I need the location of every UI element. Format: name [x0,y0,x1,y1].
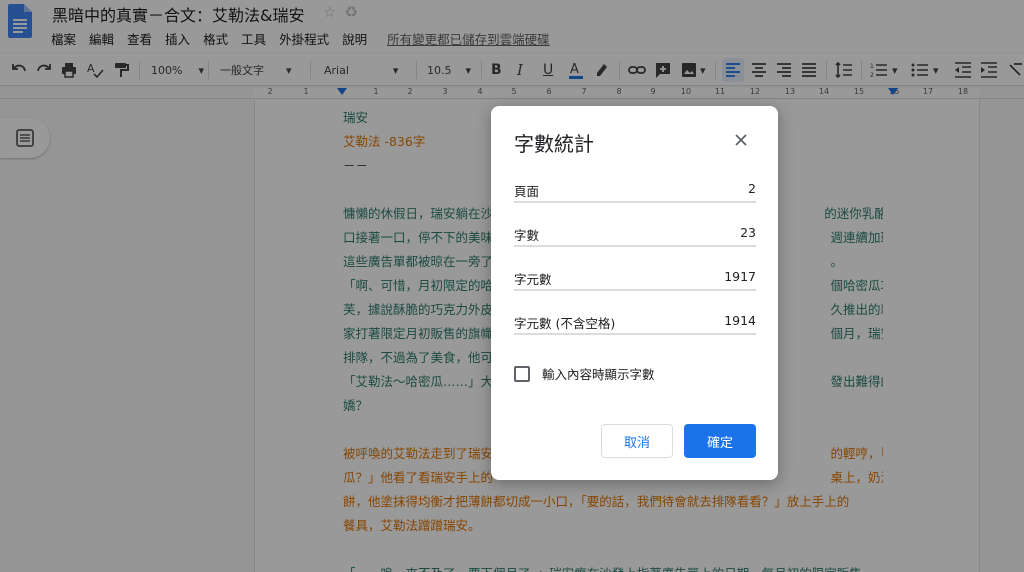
stat-row-characters-no-spaces: 字元數 (不含空格) 1914 [514,305,756,335]
stat-value: 23 [740,225,756,240]
close-icon [735,134,747,146]
stat-row-characters: 字元數 1917 [514,261,756,291]
stat-row-pages: 頁面 2 [514,173,756,203]
checkbox-label: 輸入內容時顯示字數 [542,367,655,382]
stat-label: 字元數 (不含空格) [514,316,616,331]
stat-label: 頁面 [514,184,540,199]
stat-value: 1914 [724,313,756,328]
stat-row-words: 字數 23 [514,217,756,247]
show-word-count-checkbox[interactable] [514,365,530,382]
close-button[interactable] [729,128,753,152]
stat-value: 1917 [724,269,756,284]
stat-label: 字數 [514,228,540,243]
word-count-dialog: 字數統計 頁面 2 字數 23 字元數 1917 字元數 (不含空格) 1914… [491,106,778,480]
stat-value: 2 [748,181,756,196]
cancel-button[interactable]: 取消 [601,424,673,458]
stat-label: 字元數 [514,272,552,287]
dialog-title: 字數統計 [514,132,594,156]
ok-button[interactable]: 確定 [684,424,756,458]
show-word-count-option[interactable]: 輸入內容時顯示字數 [514,364,655,383]
